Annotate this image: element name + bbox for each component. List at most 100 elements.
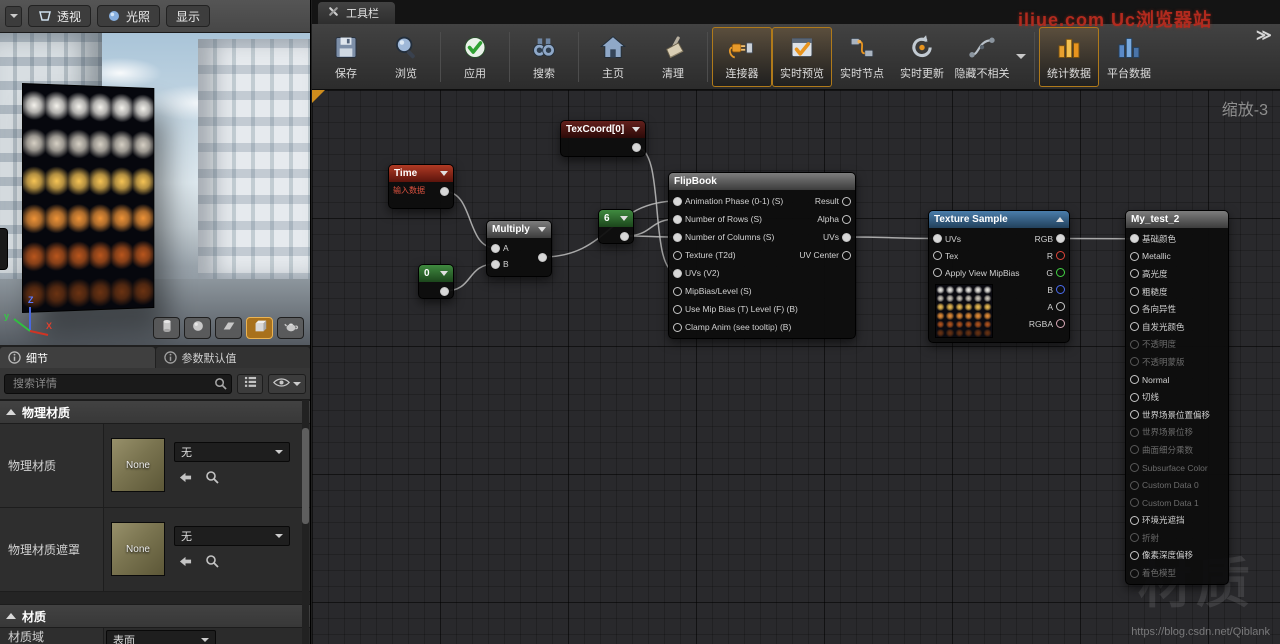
physical-material-mask-thumbnail[interactable]: None <box>111 522 165 576</box>
node-header[interactable]: FlipBook <box>669 173 855 190</box>
toolbar-button-hide-unrelated[interactable]: 隐藏不相关 <box>952 27 1012 87</box>
section-header-physical-material[interactable]: 物理材质 <box>0 400 310 424</box>
filter-list-button[interactable] <box>237 374 263 394</box>
output-pin[interactable] <box>1056 268 1065 277</box>
output-pin[interactable] <box>620 232 629 241</box>
output-pin[interactable] <box>842 215 851 224</box>
viewport-options-dropdown[interactable] <box>5 6 22 27</box>
mesh-button-plane[interactable] <box>215 317 242 339</box>
input-pin[interactable] <box>491 244 500 253</box>
node-header[interactable]: TexCoord[0] <box>561 121 645 138</box>
toolbar-button-home[interactable]: 主页 <box>583 27 643 87</box>
toolbar-button-connector[interactable]: 连接器 <box>712 27 772 87</box>
input-pin[interactable] <box>1130 375 1139 384</box>
mesh-button-cylinder[interactable] <box>153 317 180 339</box>
collapse-caret-icon[interactable] <box>538 227 546 232</box>
node-texsample[interactable]: Texture SampleUVsTexApply View MipBiasRG… <box>928 210 1070 343</box>
input-pin[interactable] <box>1130 445 1139 454</box>
physical-material-dropdown[interactable]: 无 <box>174 442 290 462</box>
input-pin[interactable] <box>1130 533 1139 542</box>
toolbar-button-apply[interactable]: 应用 <box>445 27 505 87</box>
show-button[interactable]: 显示 <box>166 5 210 27</box>
preview-viewport[interactable]: Z y X <box>0 33 310 345</box>
lit-mode-button[interactable]: 光照 <box>97 5 160 27</box>
details-scrollbar[interactable] <box>302 428 309 524</box>
input-pin[interactable] <box>1130 287 1139 296</box>
toolbar-button-cleanup[interactable]: 清理 <box>643 27 703 87</box>
output-pin[interactable] <box>440 287 449 296</box>
input-pin[interactable] <box>1130 269 1139 278</box>
node-const0[interactable]: 0 <box>418 264 454 299</box>
node-const6[interactable]: 6 <box>598 209 634 244</box>
node-header[interactable]: 6 <box>599 210 633 227</box>
search-input[interactable] <box>4 374 232 394</box>
toolbar-button-live-preview[interactable]: 实时预览 <box>772 27 832 87</box>
node-texcoord[interactable]: TexCoord[0] <box>560 120 646 157</box>
output-pin[interactable] <box>842 233 851 242</box>
input-pin[interactable] <box>673 323 682 332</box>
output-pin[interactable] <box>1056 302 1065 311</box>
output-pin[interactable] <box>842 197 851 206</box>
collapse-caret-icon[interactable] <box>620 216 628 221</box>
collapsed-panel-handle[interactable] <box>0 228 8 270</box>
input-pin[interactable] <box>1130 516 1139 525</box>
input-pin[interactable] <box>673 215 682 224</box>
input-pin[interactable] <box>673 197 682 206</box>
input-pin[interactable] <box>1130 393 1139 402</box>
toolbar-button-save[interactable]: 保存 <box>316 27 376 87</box>
output-pin[interactable] <box>1056 319 1065 328</box>
toolbar-overflow-button[interactable]: ≫ <box>1256 26 1272 44</box>
input-pin[interactable] <box>673 287 682 296</box>
input-pin[interactable] <box>1130 340 1139 349</box>
perspective-button[interactable]: 透视 <box>28 5 91 27</box>
toolbar-tab[interactable]: 工具栏 <box>318 2 395 24</box>
physical-material-mask-dropdown[interactable]: 无 <box>174 526 290 546</box>
input-pin[interactable] <box>1130 234 1139 243</box>
node-header[interactable]: Multiply <box>487 221 551 238</box>
output-pin[interactable] <box>1056 285 1065 294</box>
input-pin[interactable] <box>673 233 682 242</box>
mesh-button-cube[interactable] <box>246 317 273 339</box>
input-pin[interactable] <box>491 260 500 269</box>
input-pin[interactable] <box>1130 357 1139 366</box>
material-domain-dropdown[interactable]: 表面 <box>106 630 216 644</box>
output-pin[interactable] <box>842 251 851 260</box>
input-pin[interactable] <box>1130 498 1139 507</box>
input-pin[interactable] <box>1130 463 1139 472</box>
input-pin[interactable] <box>1130 428 1139 437</box>
input-pin[interactable] <box>933 234 942 243</box>
node-header[interactable]: Texture Sample <box>929 211 1069 228</box>
input-pin[interactable] <box>933 268 942 277</box>
output-pin[interactable] <box>440 187 449 196</box>
input-pin[interactable] <box>1130 322 1139 331</box>
input-pin[interactable] <box>673 269 682 278</box>
input-pin[interactable] <box>673 305 682 314</box>
node-header[interactable]: Time <box>389 165 453 182</box>
node-header[interactable]: 0 <box>419 265 453 282</box>
use-selected-arrow-icon[interactable] <box>178 471 193 489</box>
toolbar-button-caret[interactable] <box>1012 27 1030 87</box>
input-pin[interactable] <box>1130 410 1139 419</box>
node-flipbook[interactable]: FlipBookAnimation Phase (0-1) (S)Number … <box>668 172 856 339</box>
output-pin[interactable] <box>538 253 547 262</box>
input-pin[interactable] <box>1130 481 1139 490</box>
node-material[interactable]: My_test_2基础颜色Metallic高光度粗糙度各向异性自发光颜色不透明度… <box>1125 210 1229 585</box>
toolbar-button-stats[interactable]: 统计数据 <box>1039 27 1099 87</box>
physical-material-thumbnail[interactable]: None <box>111 438 165 492</box>
input-pin[interactable] <box>1130 305 1139 314</box>
collapse-caret-icon[interactable] <box>440 271 448 276</box>
node-multiply[interactable]: MultiplyAB <box>486 220 552 277</box>
node-header[interactable]: My_test_2 <box>1126 211 1228 228</box>
tab-parameter-defaults[interactable]: 参数默认值 <box>156 347 311 368</box>
view-options-button[interactable] <box>268 374 306 394</box>
browse-asset-icon[interactable] <box>205 470 219 489</box>
toolbar-button-search[interactable]: 搜索 <box>514 27 574 87</box>
output-pin[interactable] <box>1056 234 1065 243</box>
tab-details[interactable]: 细节 <box>0 347 155 368</box>
toolbar-button-live-nodes[interactable]: 实时节点 <box>832 27 892 87</box>
use-selected-arrow-icon[interactable] <box>178 555 193 573</box>
browse-asset-icon[interactable] <box>205 554 219 573</box>
collapse-caret-icon[interactable] <box>440 171 448 176</box>
input-pin[interactable] <box>1130 252 1139 261</box>
toolbar-button-live-update[interactable]: 实时更新 <box>892 27 952 87</box>
